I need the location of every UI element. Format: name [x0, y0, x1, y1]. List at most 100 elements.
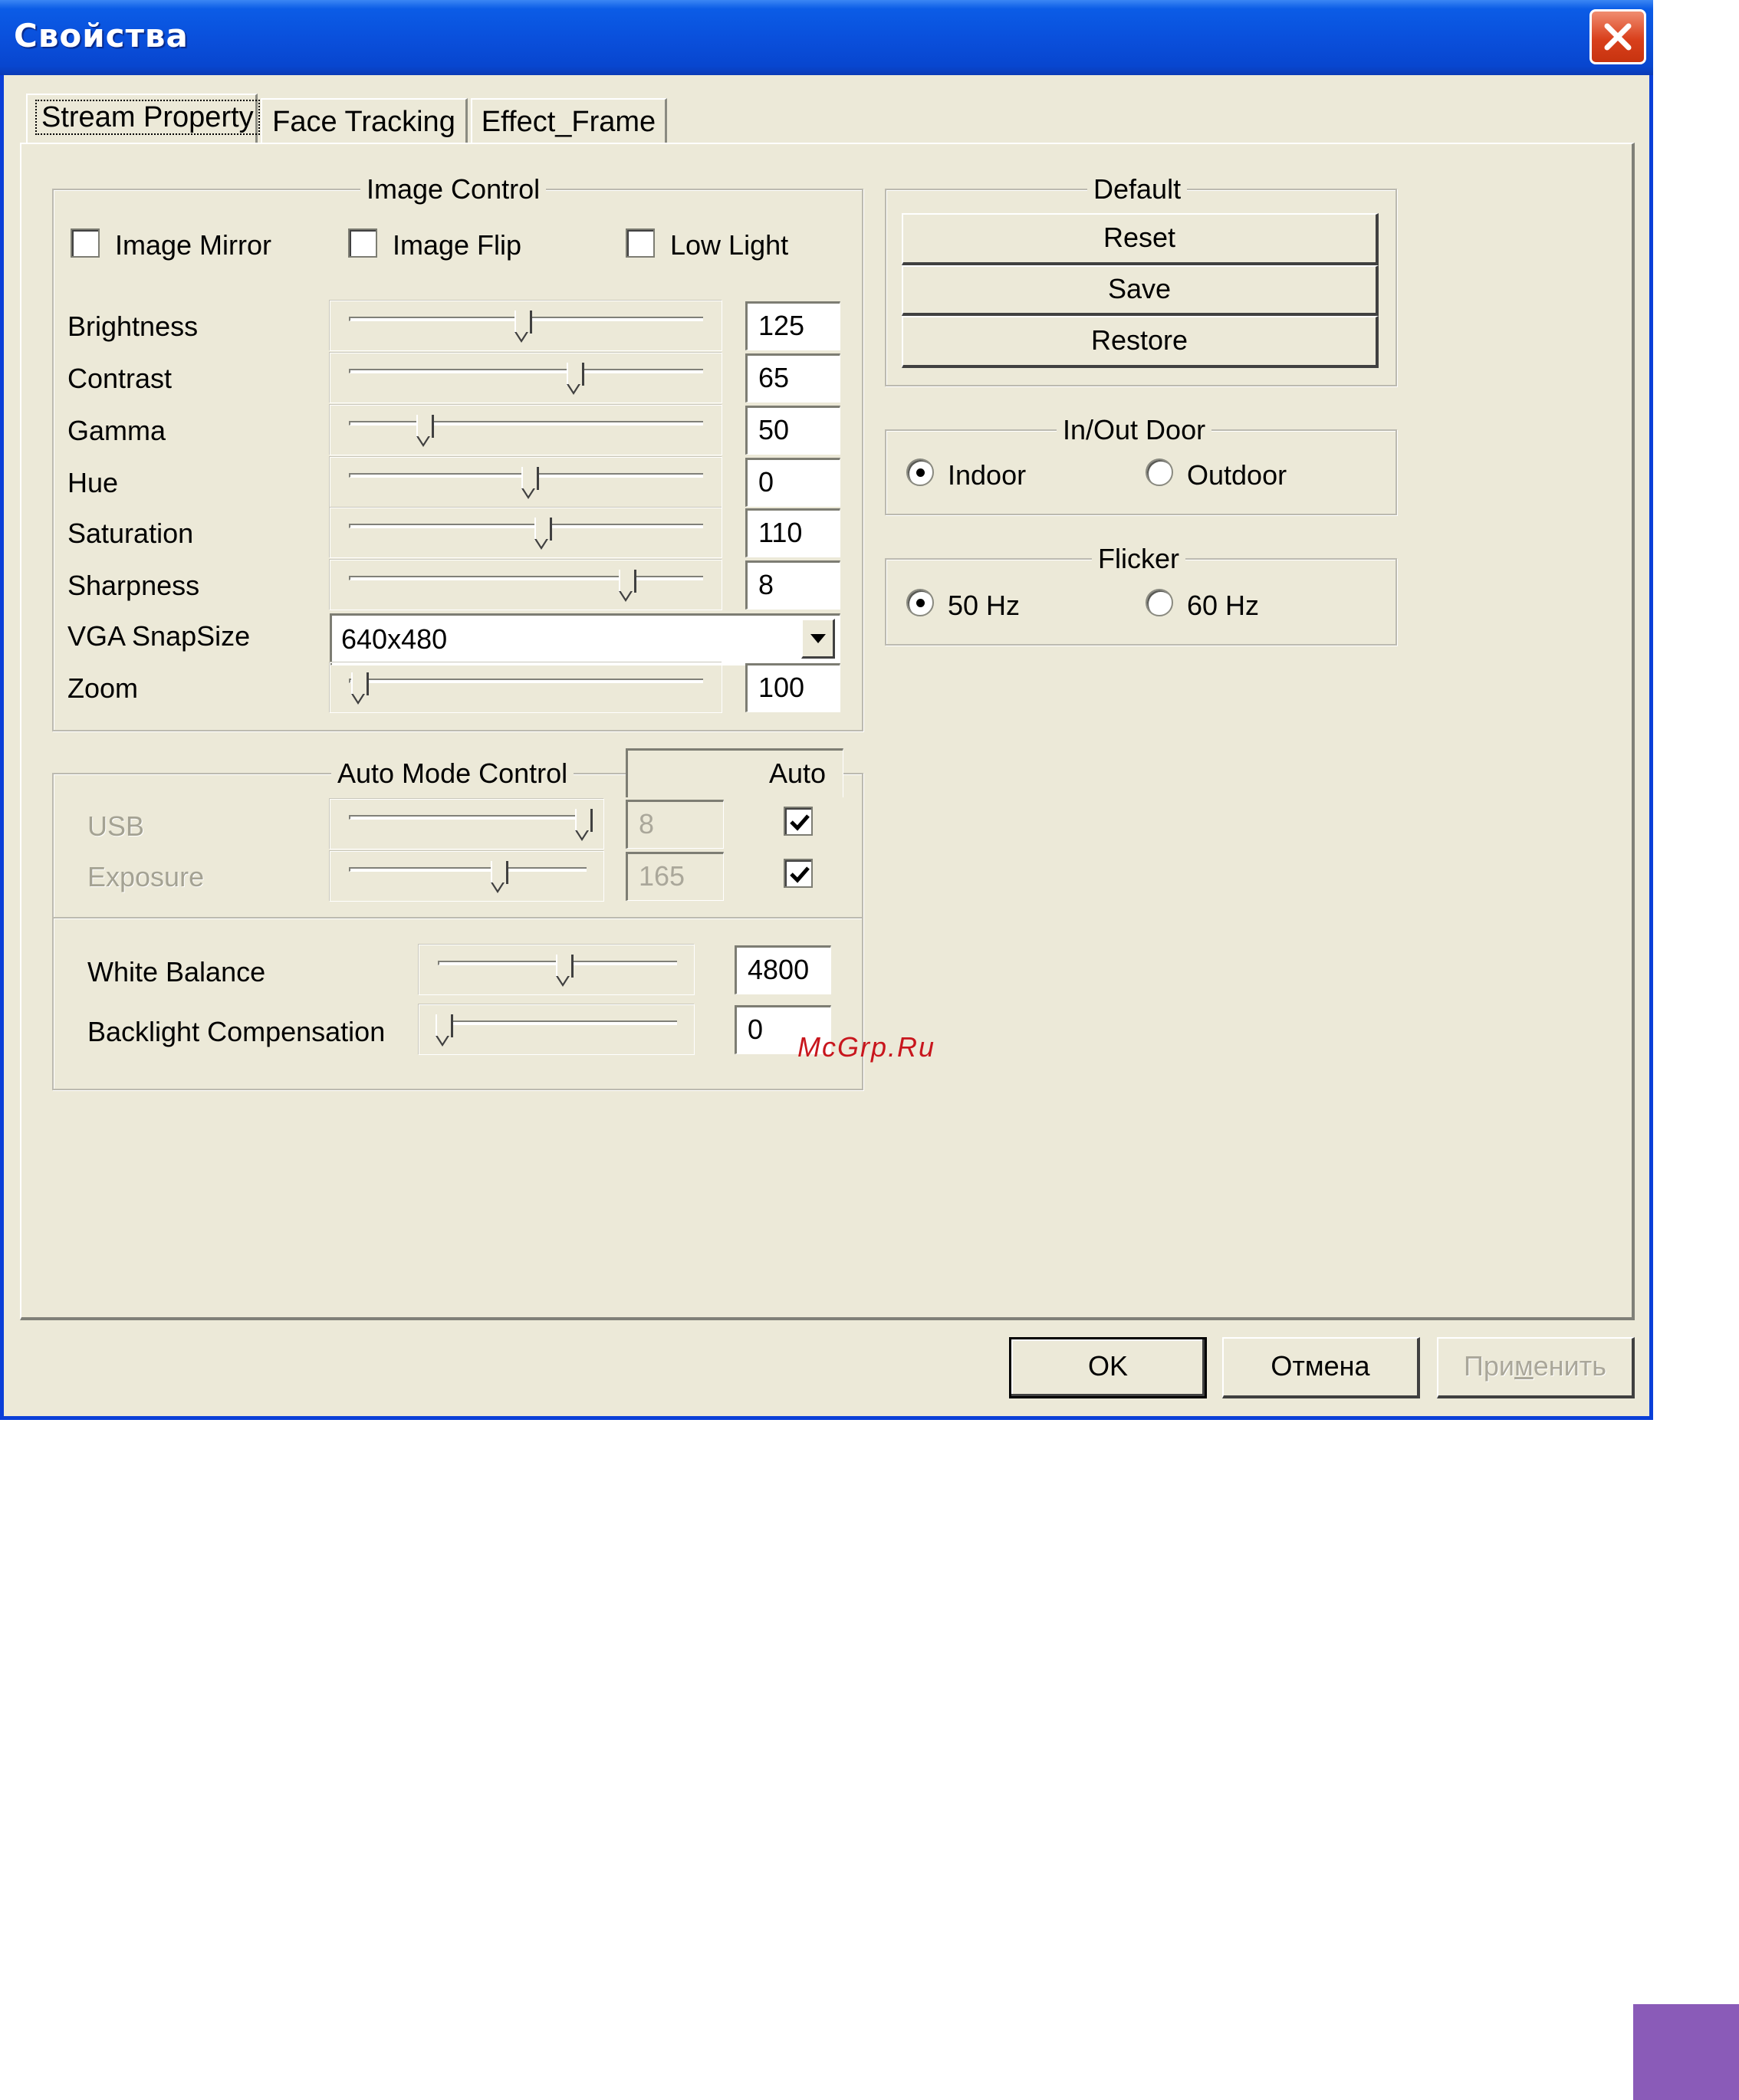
tab-stream-property[interactable]: Stream Property — [26, 94, 260, 144]
brightness-label: Brightness — [67, 311, 199, 342]
restore-button[interactable]: Restore — [902, 316, 1379, 368]
group-divider — [54, 917, 862, 919]
exposure-slider[interactable] — [330, 851, 604, 902]
gamma-slider[interactable] — [330, 405, 722, 455]
reset-button[interactable]: Reset — [902, 213, 1379, 265]
image-mirror-checkbox[interactable] — [71, 228, 100, 258]
slider-track — [349, 421, 703, 426]
slider-thumb[interactable] — [416, 415, 435, 447]
corner-color-block — [1633, 2004, 1739, 2100]
checkmark-icon — [790, 814, 810, 831]
tab-effect-frame[interactable]: Effect_Frame — [471, 98, 667, 144]
saturation-slider[interactable] — [330, 508, 722, 558]
usb-label: USB — [87, 810, 145, 842]
image-control-title: Image Control — [360, 173, 547, 205]
window-title: Свойства — [14, 17, 189, 54]
slider-thumb[interactable] — [567, 363, 585, 395]
apply-label-mnemonic: м — [1514, 1350, 1534, 1382]
low-light-checkbox[interactable] — [626, 228, 655, 258]
slider-track — [349, 369, 703, 373]
exposure-value[interactable]: 165 — [626, 852, 724, 901]
saturation-label: Saturation — [67, 518, 194, 549]
vga-snapsize-select[interactable]: 640x480 — [330, 613, 840, 665]
close-button[interactable] — [1589, 9, 1646, 64]
backlight-compensation-slider[interactable] — [419, 1004, 695, 1055]
vga-snapsize-value: 640x480 — [341, 623, 448, 655]
ok-button[interactable]: OK — [1009, 1337, 1207, 1398]
slider-thumb[interactable] — [534, 518, 552, 550]
zoom-slider[interactable] — [330, 662, 722, 713]
sharpness-value[interactable]: 8 — [745, 560, 840, 610]
brightness-value[interactable]: 125 — [745, 301, 840, 350]
60hz-radio[interactable] — [1146, 589, 1173, 616]
white-balance-value[interactable]: 4800 — [735, 945, 831, 994]
slider-track — [349, 576, 703, 580]
dropdown-button[interactable] — [801, 619, 835, 659]
slider-track — [349, 679, 703, 683]
slider-track — [349, 524, 703, 528]
inout-door-title: In/Out Door — [1057, 414, 1212, 446]
slider-track — [349, 867, 587, 872]
usb-auto-checkbox[interactable] — [784, 807, 813, 836]
image-flip-label: Image Flip — [393, 229, 522, 261]
apply-label-end: енить — [1533, 1350, 1607, 1382]
slider-thumb[interactable] — [575, 809, 593, 841]
flicker-title: Flicker — [1092, 543, 1185, 575]
tab-label: Stream Property — [35, 100, 260, 135]
sharpness-slider[interactable] — [330, 560, 722, 610]
auto-column-header: Auto — [626, 748, 843, 797]
slider-thumb[interactable] — [351, 672, 369, 705]
hue-label: Hue — [67, 467, 119, 498]
image-mirror-label: Image Mirror — [115, 229, 272, 261]
radio-dot — [916, 468, 925, 477]
outdoor-radio[interactable] — [1146, 458, 1173, 486]
watermark: McGrp.Ru — [797, 1031, 936, 1063]
slider-thumb[interactable] — [514, 311, 532, 343]
brightness-slider[interactable] — [330, 301, 722, 351]
white-balance-label: White Balance — [87, 956, 266, 988]
outdoor-label: Outdoor — [1187, 459, 1287, 491]
slider-thumb[interactable] — [490, 861, 508, 893]
tab-label: Effect_Frame — [481, 106, 656, 138]
slider-thumb[interactable] — [556, 955, 574, 987]
contrast-slider[interactable] — [330, 353, 722, 403]
white-balance-slider[interactable] — [419, 945, 695, 995]
tab-face-tracking[interactable]: Face Tracking — [261, 98, 468, 144]
exposure-label: Exposure — [87, 861, 205, 892]
gamma-value[interactable]: 50 — [745, 406, 840, 455]
50hz-radio[interactable] — [906, 589, 934, 616]
50hz-label: 50 Hz — [948, 590, 1021, 621]
low-light-label: Low Light — [670, 229, 789, 261]
60hz-label: 60 Hz — [1187, 590, 1260, 621]
chevron-down-icon — [810, 634, 826, 643]
usb-slider[interactable] — [330, 799, 604, 850]
slider-track — [349, 815, 587, 820]
slider-thumb[interactable] — [521, 467, 539, 499]
indoor-radio[interactable] — [906, 458, 934, 486]
tab-label: Face Tracking — [272, 106, 455, 138]
zoom-value[interactable]: 100 — [745, 663, 840, 712]
vga-snapsize-label: VGA SnapSize — [67, 620, 251, 652]
slider-thumb[interactable] — [436, 1014, 453, 1047]
contrast-value[interactable]: 65 — [745, 353, 840, 403]
close-icon — [1604, 23, 1632, 51]
save-button[interactable]: Save — [902, 265, 1379, 316]
slider-track — [438, 1020, 677, 1025]
default-title: Default — [1087, 173, 1188, 205]
hue-value[interactable]: 0 — [745, 458, 840, 507]
apply-button[interactable]: Применить — [1437, 1337, 1635, 1398]
slider-thumb[interactable] — [619, 570, 637, 602]
zoom-label: Zoom — [67, 672, 139, 704]
cancel-button[interactable]: Отмена — [1222, 1337, 1420, 1398]
hue-slider[interactable] — [330, 457, 722, 508]
exposure-auto-checkbox[interactable] — [784, 859, 813, 888]
saturation-value[interactable]: 110 — [745, 508, 840, 557]
image-flip-checkbox[interactable] — [348, 228, 377, 258]
backlight-compensation-label: Backlight Compensation — [87, 1016, 386, 1047]
radio-dot — [916, 599, 925, 607]
sharpness-label: Sharpness — [67, 570, 200, 601]
title-bar[interactable]: Свойства — [0, 0, 1653, 75]
usb-value[interactable]: 8 — [626, 800, 724, 849]
gamma-label: Gamma — [67, 415, 166, 446]
checkmark-icon — [790, 866, 810, 883]
